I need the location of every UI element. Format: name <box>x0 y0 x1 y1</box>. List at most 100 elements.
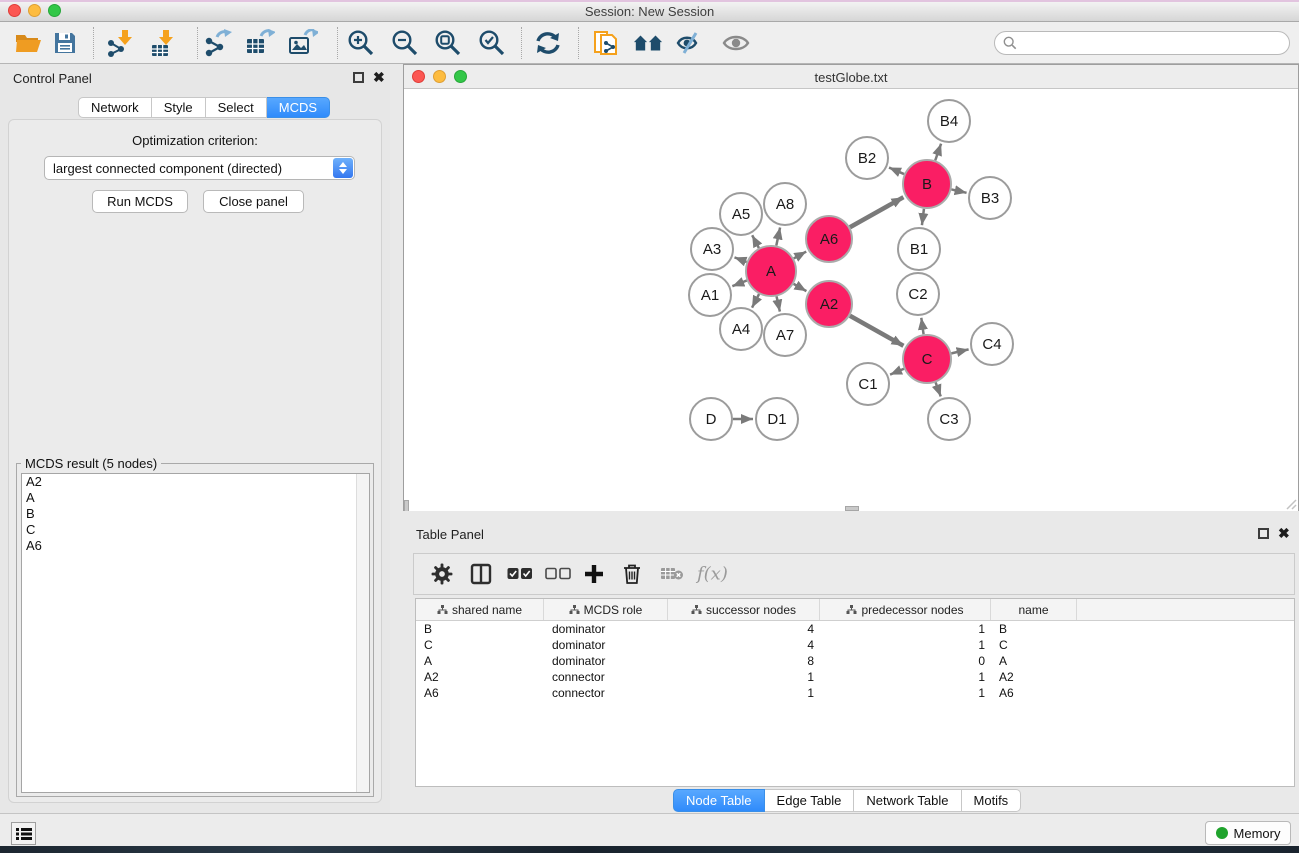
column-header-name[interactable]: name <box>991 599 1077 620</box>
column-header-shared-name[interactable]: shared name <box>416 599 544 620</box>
split-columns-icon[interactable] <box>470 563 492 585</box>
criterion-dropdown-value: largest connected component (directed) <box>53 161 282 176</box>
zoom-out-icon[interactable] <box>390 28 420 58</box>
graph-edge-A-A7[interactable] <box>777 296 780 311</box>
refresh-icon[interactable] <box>533 28 563 58</box>
graph-edge-A-A2[interactable] <box>794 284 807 291</box>
tab-edge-table[interactable]: Edge Table <box>765 789 855 812</box>
node-table[interactable]: shared name MCDS role successor nodes pr… <box>415 598 1295 787</box>
network-graph[interactable]: AA1A2A3A4A5A6A7A8BB1B2B3B4CC1C2C3C4DD1 <box>404 90 1297 510</box>
graph-edge-C-C2[interactable] <box>921 318 923 334</box>
network-window-titlebar[interactable]: testGlobe.txt <box>404 65 1298 89</box>
graph-edge-B-B1[interactable] <box>922 209 924 225</box>
close-panel-button[interactable]: Close panel <box>203 190 304 213</box>
graph-edge-A-A1[interactable] <box>732 281 746 287</box>
list-item[interactable]: B <box>22 506 369 522</box>
function-builder-icon[interactable]: f(x) <box>697 564 728 585</box>
tab-node-table[interactable]: Node Table <box>673 789 765 812</box>
gear-icon[interactable] <box>431 563 453 585</box>
table-row[interactable]: Adominator80A <box>416 653 1294 669</box>
graph-edge-B-B3[interactable] <box>951 189 966 192</box>
run-mcds-button[interactable]: Run MCDS <box>92 190 188 213</box>
status-bar: Memory <box>0 813 1299 846</box>
graph-edge-A-A6[interactable] <box>794 252 806 259</box>
table-row[interactable]: Cdominator41C <box>416 637 1294 653</box>
tab-motifs[interactable]: Motifs <box>962 789 1022 812</box>
graph-edge-A-A5[interactable] <box>752 235 759 248</box>
export-table-icon[interactable] <box>245 28 275 58</box>
memory-button[interactable]: Memory <box>1205 821 1291 845</box>
scrollbar[interactable] <box>356 474 369 792</box>
graph-node-label: C4 <box>982 336 1001 353</box>
graph-node-label: A <box>766 263 776 280</box>
export-image-icon[interactable] <box>288 28 318 58</box>
network-canvas[interactable]: AA1A2A3A4A5A6A7A8BB1B2B3B4CC1C2C3C4DD1 <box>404 90 1298 511</box>
search-input[interactable] <box>1022 34 1289 52</box>
select-all-icon[interactable] <box>507 567 533 581</box>
save-session-icon[interactable] <box>50 28 80 58</box>
import-table-icon[interactable] <box>148 28 178 58</box>
desktop-background <box>0 846 1299 853</box>
deselect-all-icon[interactable] <box>545 567 571 581</box>
table-row[interactable]: Bdominator41B <box>416 621 1294 637</box>
graph-edge-B-B4[interactable] <box>935 144 941 161</box>
graph-edge-A6-B[interactable] <box>850 197 904 227</box>
table-row[interactable]: A6connector11A6 <box>416 685 1294 701</box>
task-history-button[interactable] <box>11 822 36 845</box>
export-network-icon[interactable] <box>203 28 233 58</box>
toolbar-separator <box>578 27 579 59</box>
close-panel-icon[interactable]: ✖ <box>1278 528 1290 539</box>
delete-table-icon[interactable] <box>660 566 684 582</box>
zoom-in-icon[interactable] <box>346 28 376 58</box>
criterion-dropdown[interactable]: largest connected component (directed) <box>44 156 355 180</box>
column-header-successor-nodes[interactable]: successor nodes <box>668 599 820 620</box>
scrollbar[interactable] <box>845 506 859 511</box>
eye-icon[interactable] <box>721 28 751 58</box>
table-panel: Table Panel ✖ <box>403 520 1299 813</box>
mcds-result-list[interactable]: A2 A B C A6 <box>21 473 370 793</box>
tab-network-table[interactable]: Network Table <box>854 789 961 812</box>
window-titlebar: Session: New Session <box>0 0 1299 22</box>
clone-network-icon[interactable] <box>592 28 622 58</box>
table-row[interactable]: A2connector11A2 <box>416 669 1294 685</box>
graph-edge-B-B2[interactable] <box>889 168 904 175</box>
graph-node-label: C1 <box>858 376 877 393</box>
graph-node-label: C <box>922 351 933 368</box>
delete-icon[interactable] <box>622 563 642 585</box>
memory-label: Memory <box>1234 826 1281 841</box>
column-header-mcds-role[interactable]: MCDS role <box>544 599 668 620</box>
graph-node-label: B1 <box>910 241 928 258</box>
tab-network[interactable]: Network <box>78 97 152 118</box>
graph-edge-A2-C[interactable] <box>850 316 904 346</box>
scrollbar[interactable] <box>404 500 409 511</box>
close-panel-icon[interactable]: ✖ <box>373 72 385 83</box>
graph-edge-A-A4[interactable] <box>752 294 759 308</box>
list-item[interactable]: A6 <box>22 538 369 554</box>
list-item[interactable]: A2 <box>22 474 369 490</box>
zoom-selected-icon[interactable] <box>477 28 507 58</box>
tab-mcds[interactable]: MCDS <box>267 97 330 118</box>
first-neighbors-icon[interactable] <box>633 28 663 58</box>
tab-style[interactable]: Style <box>152 97 206 118</box>
toggle-visibility-icon[interactable] <box>676 28 706 58</box>
tab-select[interactable]: Select <box>206 97 267 118</box>
float-panel-icon[interactable] <box>1258 528 1269 539</box>
add-icon[interactable] <box>584 564 604 584</box>
memory-status-icon <box>1216 827 1228 839</box>
graph-edge-A-A3[interactable] <box>734 257 746 262</box>
list-item[interactable]: A <box>22 490 369 506</box>
graph-edge-C-C1[interactable] <box>890 369 904 375</box>
open-session-icon[interactable] <box>13 28 43 58</box>
list-item[interactable]: C <box>22 522 369 538</box>
table-panel-tabs: Node Table Edge Table Network Table Moti… <box>673 789 1021 812</box>
float-panel-icon[interactable] <box>353 72 364 83</box>
import-network-icon[interactable] <box>105 28 135 58</box>
graph-edge-C-C4[interactable] <box>951 349 968 353</box>
search-field[interactable] <box>994 31 1290 55</box>
graph-edge-C-C3[interactable] <box>936 382 941 396</box>
toolbar-separator <box>197 27 198 59</box>
graph-edge-A-A8[interactable] <box>776 227 780 245</box>
resize-grip-icon[interactable] <box>1285 498 1297 510</box>
column-header-predecessor-nodes[interactable]: predecessor nodes <box>820 599 991 620</box>
zoom-fit-icon[interactable] <box>433 28 463 58</box>
